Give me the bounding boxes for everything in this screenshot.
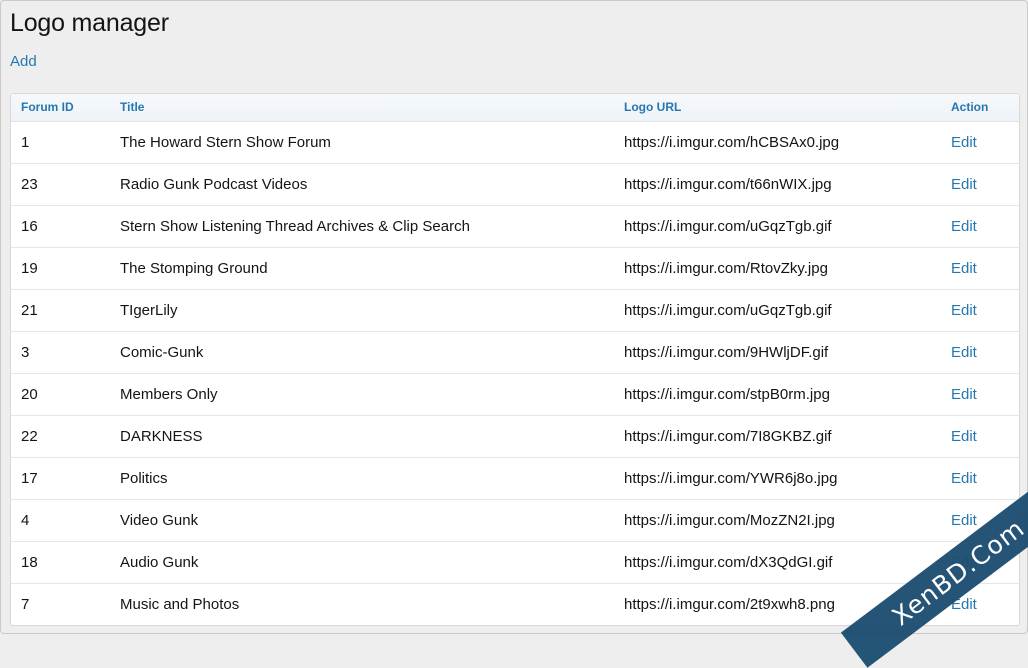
title-cell: TIgerLily — [110, 289, 614, 331]
title-cell: Comic-Gunk — [110, 331, 614, 373]
logo-url-cell: https://i.imgur.com/uGqzTgb.gif — [614, 289, 941, 331]
table-row: 1The Howard Stern Show Forumhttps://i.im… — [11, 121, 1019, 163]
edit-button[interactable]: Edit — [951, 302, 977, 319]
table-row: 17Politicshttps://i.imgur.com/YWR6j8o.jp… — [11, 457, 1019, 499]
column-header-title[interactable]: Title — [110, 94, 614, 121]
column-header-forum-id[interactable]: Forum ID — [11, 94, 110, 121]
edit-button[interactable]: Edit — [951, 134, 977, 151]
title-cell: Video Gunk — [110, 499, 614, 541]
table-row: 20Members Onlyhttps://i.imgur.com/stpB0r… — [11, 373, 1019, 415]
action-cell: Edit — [941, 163, 1019, 205]
logo-url-cell: https://i.imgur.com/YWR6j8o.jpg — [614, 457, 941, 499]
title-cell: Stern Show Listening Thread Archives & C… — [110, 205, 614, 247]
table-header-row: Forum ID Title Logo URL Action — [11, 94, 1019, 121]
edit-button[interactable]: Edit — [951, 260, 977, 277]
table-row: 3Comic-Gunkhttps://i.imgur.com/9HWljDF.g… — [11, 331, 1019, 373]
forum-id-cell: 16 — [11, 205, 110, 247]
table-row: 16Stern Show Listening Thread Archives &… — [11, 205, 1019, 247]
action-cell: Edit — [941, 247, 1019, 289]
forum-id-cell: 1 — [11, 121, 110, 163]
forum-id-cell: 20 — [11, 373, 110, 415]
forum-id-cell: 18 — [11, 541, 110, 583]
add-button[interactable]: Add — [10, 53, 37, 70]
title-cell: Radio Gunk Podcast Videos — [110, 163, 614, 205]
title-cell: Music and Photos — [110, 583, 614, 625]
forum-id-cell: 21 — [11, 289, 110, 331]
logo-url-cell: https://i.imgur.com/7I8GKBZ.gif — [614, 415, 941, 457]
action-cell: Edit — [941, 121, 1019, 163]
forum-id-cell: 7 — [11, 583, 110, 625]
logo-url-cell: https://i.imgur.com/MozZN2I.jpg — [614, 499, 941, 541]
action-cell: Edit — [941, 415, 1019, 457]
forum-id-cell: 22 — [11, 415, 110, 457]
title-cell: DARKNESS — [110, 415, 614, 457]
page-title: Logo manager — [10, 9, 169, 38]
column-header-action: Action — [941, 94, 1019, 121]
edit-button[interactable]: Edit — [951, 470, 977, 487]
table-row: 23Radio Gunk Podcast Videoshttps://i.img… — [11, 163, 1019, 205]
forum-id-cell: 4 — [11, 499, 110, 541]
logo-url-cell: https://i.imgur.com/t66nWIX.jpg — [614, 163, 941, 205]
action-cell: Edit — [941, 373, 1019, 415]
table-row: 21TIgerLilyhttps://i.imgur.com/uGqzTgb.g… — [11, 289, 1019, 331]
edit-button[interactable]: Edit — [951, 218, 977, 235]
table-row: 19The Stomping Groundhttps://i.imgur.com… — [11, 247, 1019, 289]
edit-button[interactable]: Edit — [951, 176, 977, 193]
action-cell: Edit — [941, 457, 1019, 499]
table-row: 4Video Gunkhttps://i.imgur.com/MozZN2I.j… — [11, 499, 1019, 541]
table-row: 22DARKNESShttps://i.imgur.com/7I8GKBZ.gi… — [11, 415, 1019, 457]
logo-url-cell: https://i.imgur.com/RtovZky.jpg — [614, 247, 941, 289]
logo-url-cell: https://i.imgur.com/9HWljDF.gif — [614, 331, 941, 373]
edit-button[interactable]: Edit — [951, 344, 977, 361]
forum-id-cell: 19 — [11, 247, 110, 289]
edit-button[interactable]: Edit — [951, 428, 977, 445]
table-row: 18Audio Gunkhttps://i.imgur.com/dX3QdGI.… — [11, 541, 1019, 583]
forum-id-cell: 17 — [11, 457, 110, 499]
action-cell: Edit — [941, 331, 1019, 373]
action-cell: Edit — [941, 205, 1019, 247]
action-cell: Edit — [941, 289, 1019, 331]
logo-url-cell: https://i.imgur.com/hCBSAx0.jpg — [614, 121, 941, 163]
edit-button[interactable]: Edit — [951, 512, 977, 529]
title-cell: The Stomping Ground — [110, 247, 614, 289]
title-cell: Politics — [110, 457, 614, 499]
forum-id-cell: 23 — [11, 163, 110, 205]
title-cell: The Howard Stern Show Forum — [110, 121, 614, 163]
forum-id-cell: 3 — [11, 331, 110, 373]
edit-button[interactable]: Edit — [951, 386, 977, 403]
logo-url-cell: https://i.imgur.com/dX3QdGI.gif — [614, 541, 941, 583]
logo-url-cell: https://i.imgur.com/stpB0rm.jpg — [614, 373, 941, 415]
column-header-logo-url[interactable]: Logo URL — [614, 94, 941, 121]
logo-url-cell: https://i.imgur.com/uGqzTgb.gif — [614, 205, 941, 247]
logo-table: Forum ID Title Logo URL Action 1The Howa… — [10, 93, 1020, 626]
title-cell: Audio Gunk — [110, 541, 614, 583]
title-cell: Members Only — [110, 373, 614, 415]
